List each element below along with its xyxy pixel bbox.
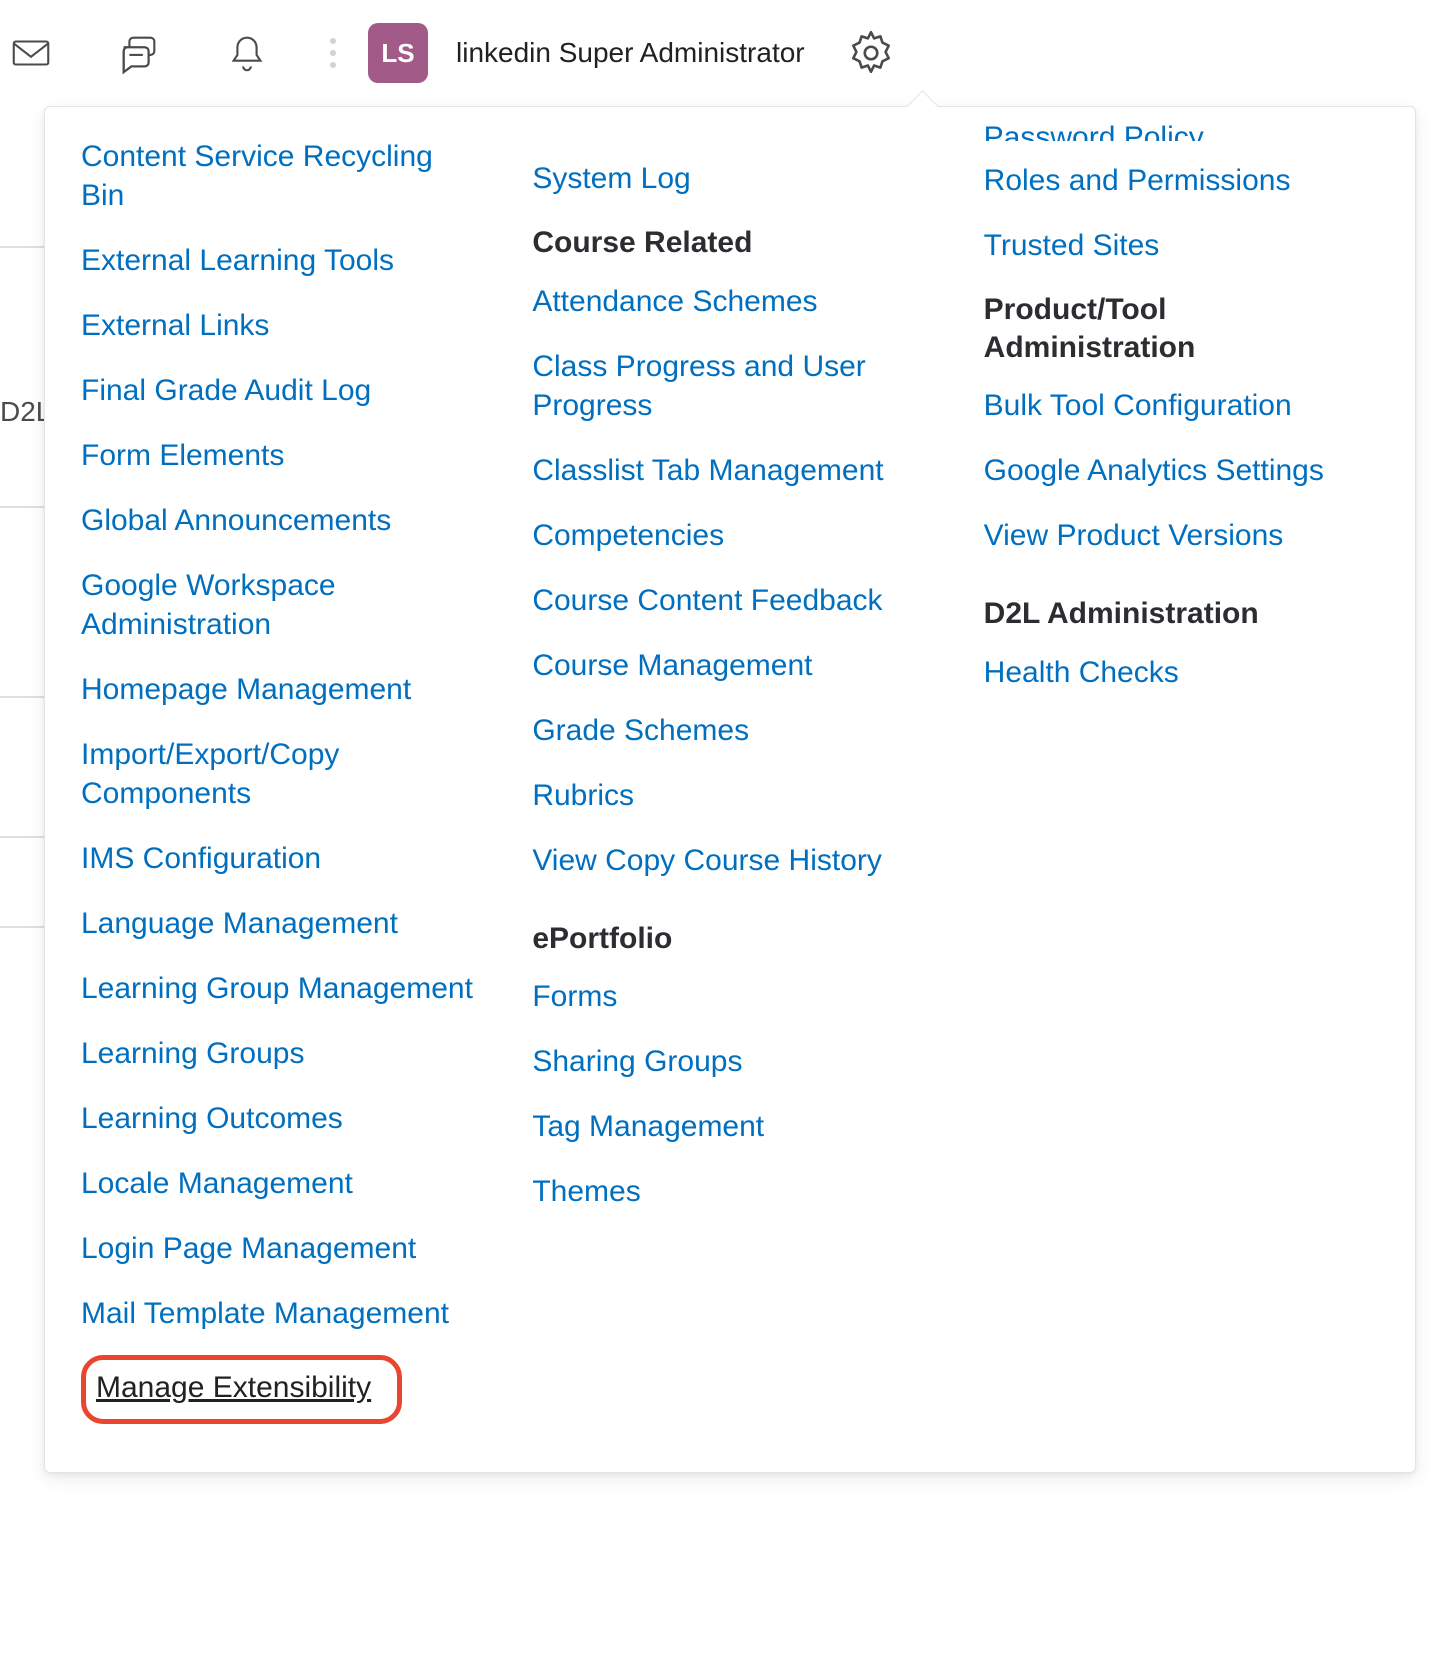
heading-d2l-admin: D2L Administration [984, 595, 1379, 633]
link-learning-group-management[interactable]: Learning Group Management [81, 969, 476, 1008]
link-attendance-schemes[interactable]: Attendance Schemes [532, 282, 927, 321]
username-label[interactable]: linkedin Super Administrator [456, 37, 805, 69]
heading-product-tool-admin: Product/Tool Administration [984, 291, 1379, 366]
link-sharing-groups[interactable]: Sharing Groups [532, 1042, 927, 1081]
link-global-announcements[interactable]: Global Announcements [81, 501, 476, 540]
link-view-product-versions[interactable]: View Product Versions [984, 516, 1379, 555]
link-bulk-tool-configuration[interactable]: Bulk Tool Configuration [984, 386, 1379, 425]
heading-course-related: Course Related [532, 224, 927, 262]
link-tag-management[interactable]: Tag Management [532, 1107, 927, 1146]
messages-icon[interactable] [108, 22, 170, 84]
link-learning-outcomes[interactable]: Learning Outcomes [81, 1099, 476, 1138]
mail-icon[interactable] [0, 22, 62, 84]
link-mail-template-management[interactable]: Mail Template Management [81, 1294, 476, 1333]
link-learning-groups[interactable]: Learning Groups [81, 1034, 476, 1073]
link-grade-schemes[interactable]: Grade Schemes [532, 711, 927, 750]
link-external-learning-tools[interactable]: External Learning Tools [81, 241, 476, 280]
divider-dots-icon [324, 33, 342, 73]
link-language-management[interactable]: Language Management [81, 904, 476, 943]
admin-panel-wrapper: D2L Content Service Recycling Bin Extern… [0, 106, 1436, 1513]
link-locale-management[interactable]: Locale Management [81, 1164, 476, 1203]
link-final-grade-audit-log[interactable]: Final Grade Audit Log [81, 371, 476, 410]
link-ims-configuration[interactable]: IMS Configuration [81, 839, 476, 878]
link-password-policy-truncated[interactable]: Password Policy [984, 123, 1379, 141]
admin-col-3: Password Policy Roles and Permissions Tr… [984, 137, 1379, 732]
link-form-elements[interactable]: Form Elements [81, 436, 476, 475]
link-import-export-copy-components[interactable]: Import/Export/Copy Components [81, 735, 476, 813]
top-bar: LS linkedin Super Administrator [0, 0, 1436, 106]
heading-eportfolio: ePortfolio [532, 920, 927, 958]
link-course-content-feedback[interactable]: Course Content Feedback [532, 581, 927, 620]
link-roles-and-permissions[interactable]: Roles and Permissions [984, 161, 1379, 200]
link-classlist-tab-management[interactable]: Classlist Tab Management [532, 451, 927, 490]
section-eportfolio: ePortfolio Forms Sharing Groups Tag Mana… [532, 920, 927, 1212]
avatar[interactable]: LS [368, 23, 428, 83]
admin-col-1: Content Service Recycling Bin External L… [81, 137, 476, 1424]
link-system-log[interactable]: System Log [532, 159, 927, 198]
highlight-manage-extensibility: Manage Extensibility [81, 1355, 402, 1424]
link-external-links[interactable]: External Links [81, 306, 476, 345]
link-health-checks[interactable]: Health Checks [984, 653, 1379, 692]
admin-tools-panel: Content Service Recycling Bin External L… [44, 106, 1416, 1473]
link-google-workspace-administration[interactable]: Google Workspace Administration [81, 566, 476, 644]
link-manage-extensibility[interactable]: Manage Extensibility [96, 1368, 371, 1407]
admin-col-2: System Log Course Related Attendance Sch… [532, 137, 927, 1251]
link-class-progress-user-progress[interactable]: Class Progress and User Progress [532, 347, 927, 425]
link-login-page-management[interactable]: Login Page Management [81, 1229, 476, 1268]
link-content-service-recycling-bin[interactable]: Content Service Recycling Bin [81, 137, 476, 215]
link-competencies[interactable]: Competencies [532, 516, 927, 555]
settings-gear-icon[interactable] [843, 25, 899, 81]
link-view-copy-course-history[interactable]: View Copy Course History [532, 841, 927, 880]
section-d2l-admin: D2L Administration Health Checks [984, 595, 1379, 692]
section-product-tool-admin: Product/Tool Administration Bulk Tool Co… [984, 291, 1379, 555]
background-label: D2L [0, 396, 44, 428]
link-themes[interactable]: Themes [532, 1172, 927, 1211]
link-forms[interactable]: Forms [532, 977, 927, 1016]
section-course-related: Course Related Attendance Schemes Class … [532, 224, 927, 880]
link-trusted-sites[interactable]: Trusted Sites [984, 226, 1379, 265]
link-rubrics[interactable]: Rubrics [532, 776, 927, 815]
link-course-management[interactable]: Course Management [532, 646, 927, 685]
link-google-analytics-settings[interactable]: Google Analytics Settings [984, 451, 1379, 490]
notifications-icon[interactable] [216, 22, 278, 84]
link-homepage-management[interactable]: Homepage Management [81, 670, 476, 709]
